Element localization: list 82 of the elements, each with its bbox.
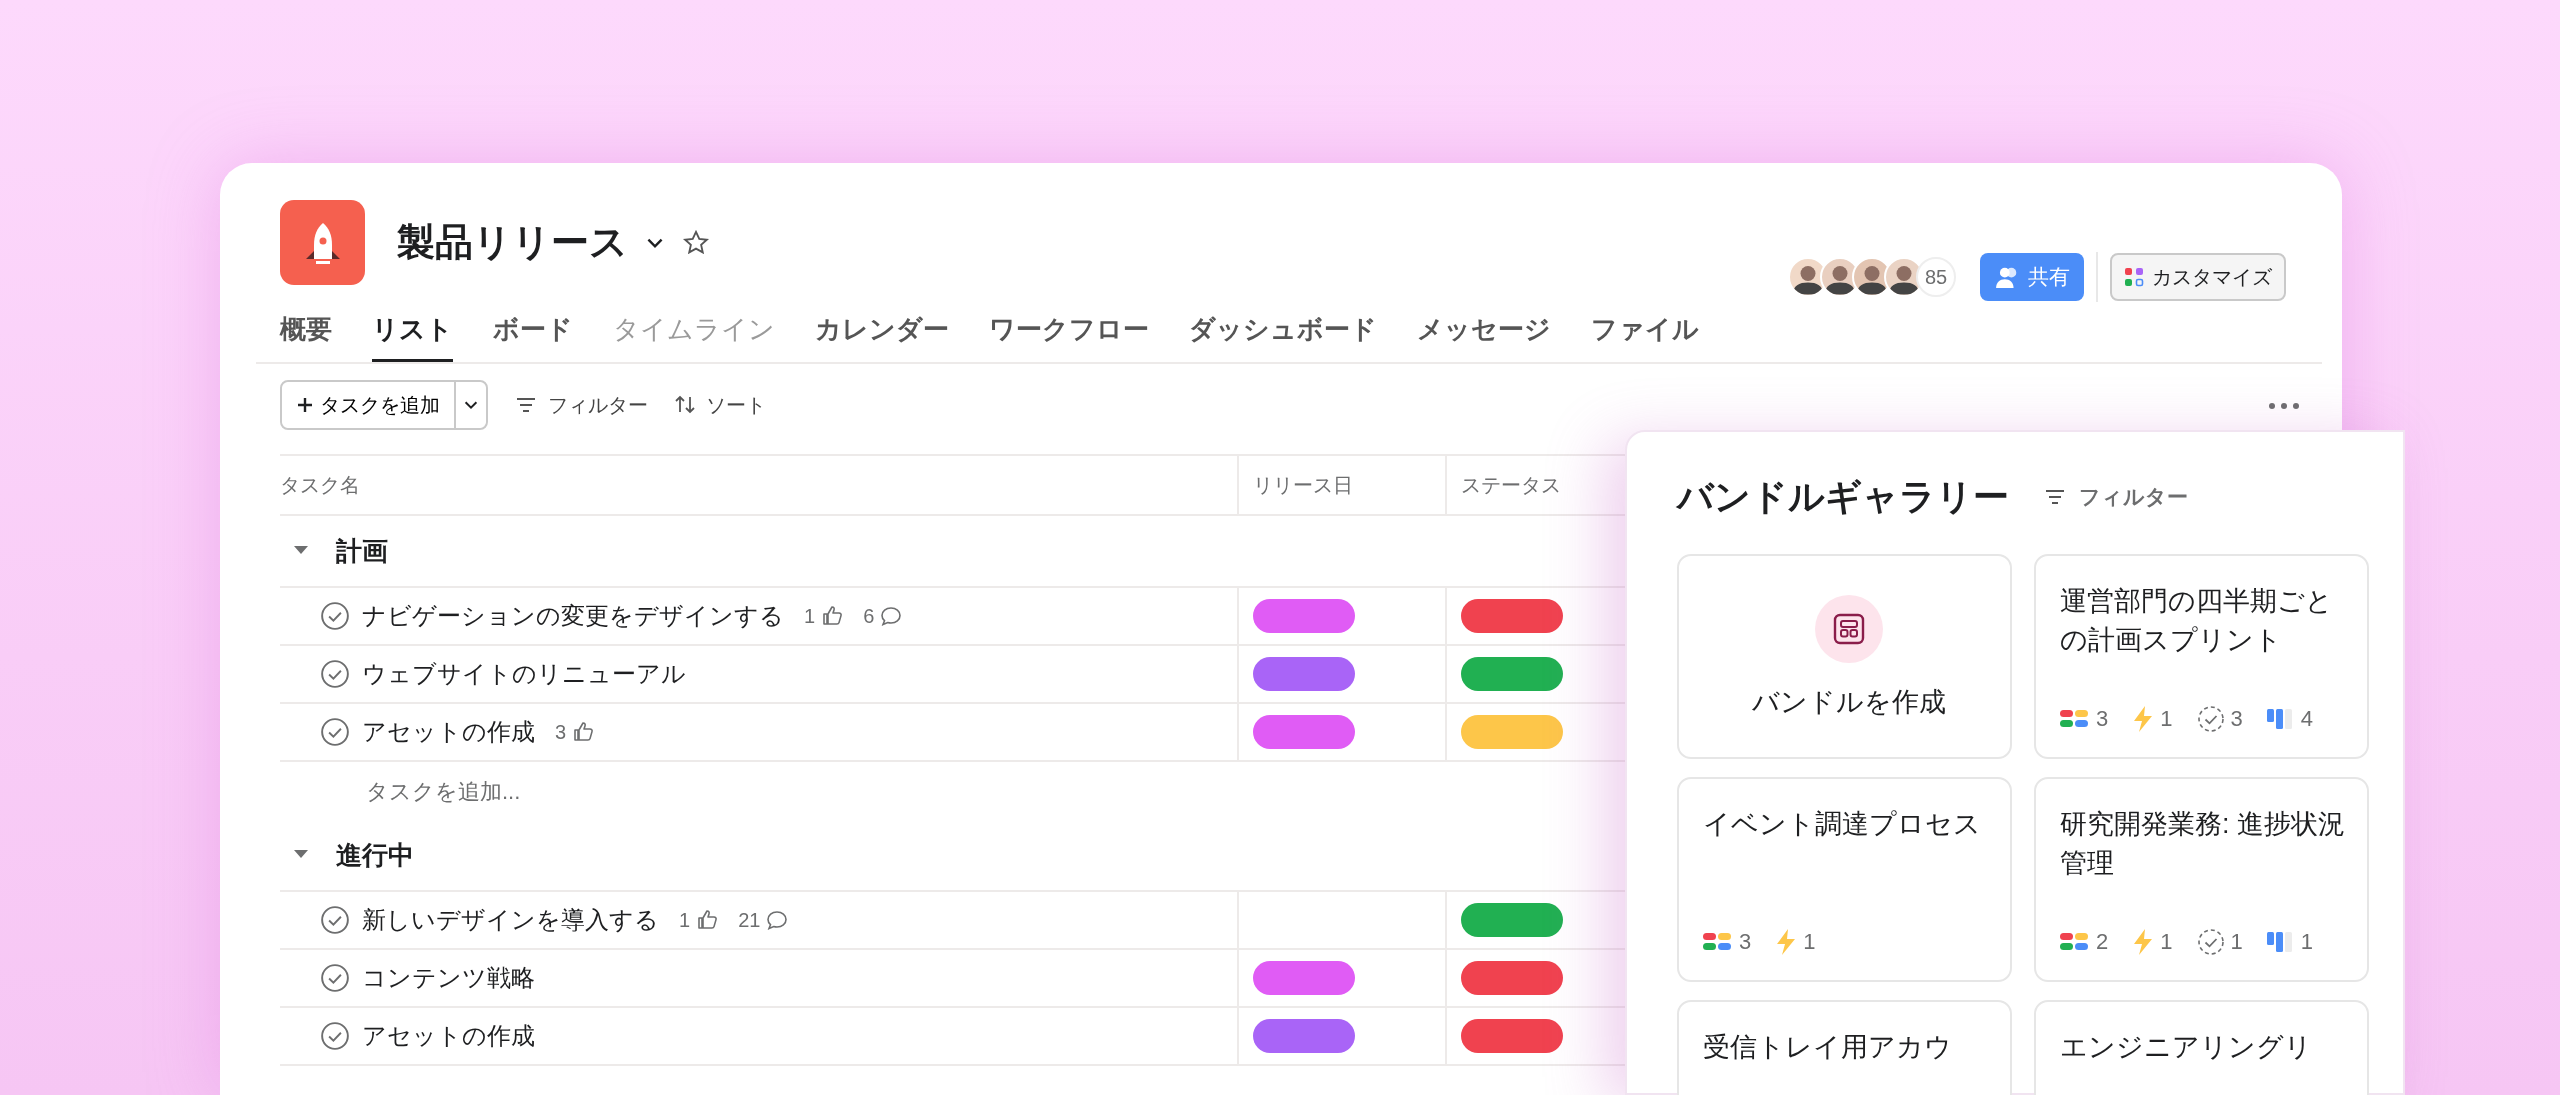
like-count: 3 bbox=[555, 720, 567, 745]
stat-count: 1 bbox=[2160, 928, 2173, 956]
tab[interactable]: 概要 bbox=[280, 310, 332, 362]
sort-icon bbox=[674, 394, 696, 416]
filter-icon bbox=[514, 395, 538, 415]
tab[interactable]: ボード bbox=[493, 310, 573, 362]
bundle-card[interactable]: 研究開発業務: 進捗状況管理 2 1 1 1 bbox=[2034, 777, 2369, 982]
lightning-icon bbox=[1775, 927, 1798, 956]
customize-button[interactable]: カスタマイズ bbox=[2110, 253, 2286, 301]
check-circle-icon[interactable] bbox=[320, 659, 350, 689]
column-header: タスク名 bbox=[280, 473, 360, 498]
tab[interactable]: カレンダー bbox=[815, 310, 949, 362]
like-count: 1 bbox=[804, 604, 816, 629]
panel-title: バンドルギャラリー bbox=[1677, 475, 2009, 519]
comment-icon bbox=[766, 909, 789, 931]
stat-count: 3 bbox=[1739, 928, 1752, 956]
stat-count: 4 bbox=[2300, 705, 2313, 733]
ellipsis-icon bbox=[2268, 402, 2300, 410]
thumbs-up-icon bbox=[572, 721, 595, 743]
tab[interactable]: ファイル bbox=[1591, 310, 1699, 362]
filter-button[interactable]: フィルター bbox=[514, 390, 648, 420]
lightning-icon bbox=[2132, 704, 2155, 733]
tab[interactable]: ワークフロー bbox=[989, 310, 1149, 362]
star-icon[interactable] bbox=[682, 228, 710, 257]
column-header: リリース日 bbox=[1253, 473, 1353, 498]
stat-count: 3 bbox=[2230, 705, 2243, 733]
board-columns-icon bbox=[2266, 706, 2295, 731]
stat-count: 1 bbox=[2300, 928, 2313, 956]
field-bars-icon bbox=[2060, 708, 2090, 729]
field-bars-icon bbox=[1703, 931, 1733, 952]
filter-icon bbox=[2043, 487, 2067, 507]
grid-icon bbox=[2124, 267, 2144, 287]
comment-count: 21 bbox=[738, 908, 761, 933]
bundle-title: 受信トレイ用アカウ bbox=[1703, 1031, 1953, 1064]
create-bundle-label: バンドルを作成 bbox=[1751, 685, 1946, 719]
bundle-card[interactable]: 受信トレイ用アカウ bbox=[1677, 1000, 2012, 1095]
task-name: コンテンツ戦略 bbox=[362, 963, 535, 993]
bundle-title: エンジニアリングリ bbox=[2060, 1031, 2313, 1064]
dashed-check-icon bbox=[2196, 704, 2225, 733]
bundle-card[interactable]: 運営部門の四半期ごとの計画スプリント 3 1 3 4 bbox=[2034, 554, 2369, 759]
bundle-card[interactable]: エンジニアリングリ bbox=[2034, 1000, 2369, 1095]
field-bars-icon bbox=[2060, 931, 2090, 952]
bundle-title: 研究開発業務: 進捗状況管理 bbox=[2060, 808, 2346, 881]
project-title: 製品リリース bbox=[397, 220, 628, 265]
filter-button[interactable]: フィルター bbox=[2037, 480, 2194, 514]
bundle-card[interactable]: イベント調達プロセス 3 1 bbox=[1677, 777, 2012, 982]
add-task-link[interactable]: タスクを追加... bbox=[366, 774, 521, 808]
stat-count: 3 bbox=[2096, 705, 2109, 733]
dashed-check-icon bbox=[2196, 927, 2225, 956]
board-columns-icon bbox=[2266, 929, 2295, 954]
check-circle-icon[interactable] bbox=[320, 905, 350, 935]
column-header: ステータス bbox=[1461, 473, 1561, 498]
tab[interactable]: メッセージ bbox=[1417, 310, 1551, 362]
comment-icon bbox=[880, 605, 903, 627]
stat-count: 2 bbox=[2096, 928, 2109, 956]
section-title: 計画 bbox=[336, 534, 388, 568]
lightning-icon bbox=[2132, 927, 2155, 956]
check-circle-icon[interactable] bbox=[320, 717, 350, 747]
section-title: 進行中 bbox=[336, 838, 414, 872]
task-name: アセットの作成 bbox=[362, 717, 535, 747]
stat-count: 1 bbox=[2160, 705, 2173, 733]
bundle-title: 運営部門の四半期ごとの計画スプリント bbox=[2060, 585, 2334, 658]
stat-count: 1 bbox=[2230, 928, 2243, 956]
like-count: 1 bbox=[679, 908, 691, 933]
member-count[interactable]: 85 bbox=[1916, 257, 1956, 297]
tab[interactable]: ダッシュボード bbox=[1189, 310, 1377, 362]
task-name: アセットの作成 bbox=[362, 1021, 535, 1051]
task-name: ウェブサイトのリニューアル bbox=[362, 659, 686, 689]
task-name: 新しいデザインを導入する bbox=[362, 905, 659, 935]
thumbs-up-icon bbox=[821, 605, 844, 627]
bundle-title: イベント調達プロセス bbox=[1703, 808, 1982, 841]
check-circle-icon[interactable] bbox=[320, 601, 350, 631]
comment-count: 6 bbox=[863, 604, 875, 629]
create-bundle-card[interactable]: バンドルを作成 bbox=[1677, 554, 2012, 759]
stat-count: 1 bbox=[1803, 928, 1816, 956]
check-circle-icon[interactable] bbox=[320, 1021, 350, 1051]
plus-icon bbox=[296, 396, 314, 414]
task-name: ナビゲーションの変更をデザインする bbox=[362, 601, 784, 631]
check-circle-icon[interactable] bbox=[320, 963, 350, 993]
sort-button[interactable]: ソート bbox=[674, 390, 766, 420]
thumbs-up-icon bbox=[696, 909, 719, 931]
tab[interactable]: リスト bbox=[372, 310, 453, 362]
